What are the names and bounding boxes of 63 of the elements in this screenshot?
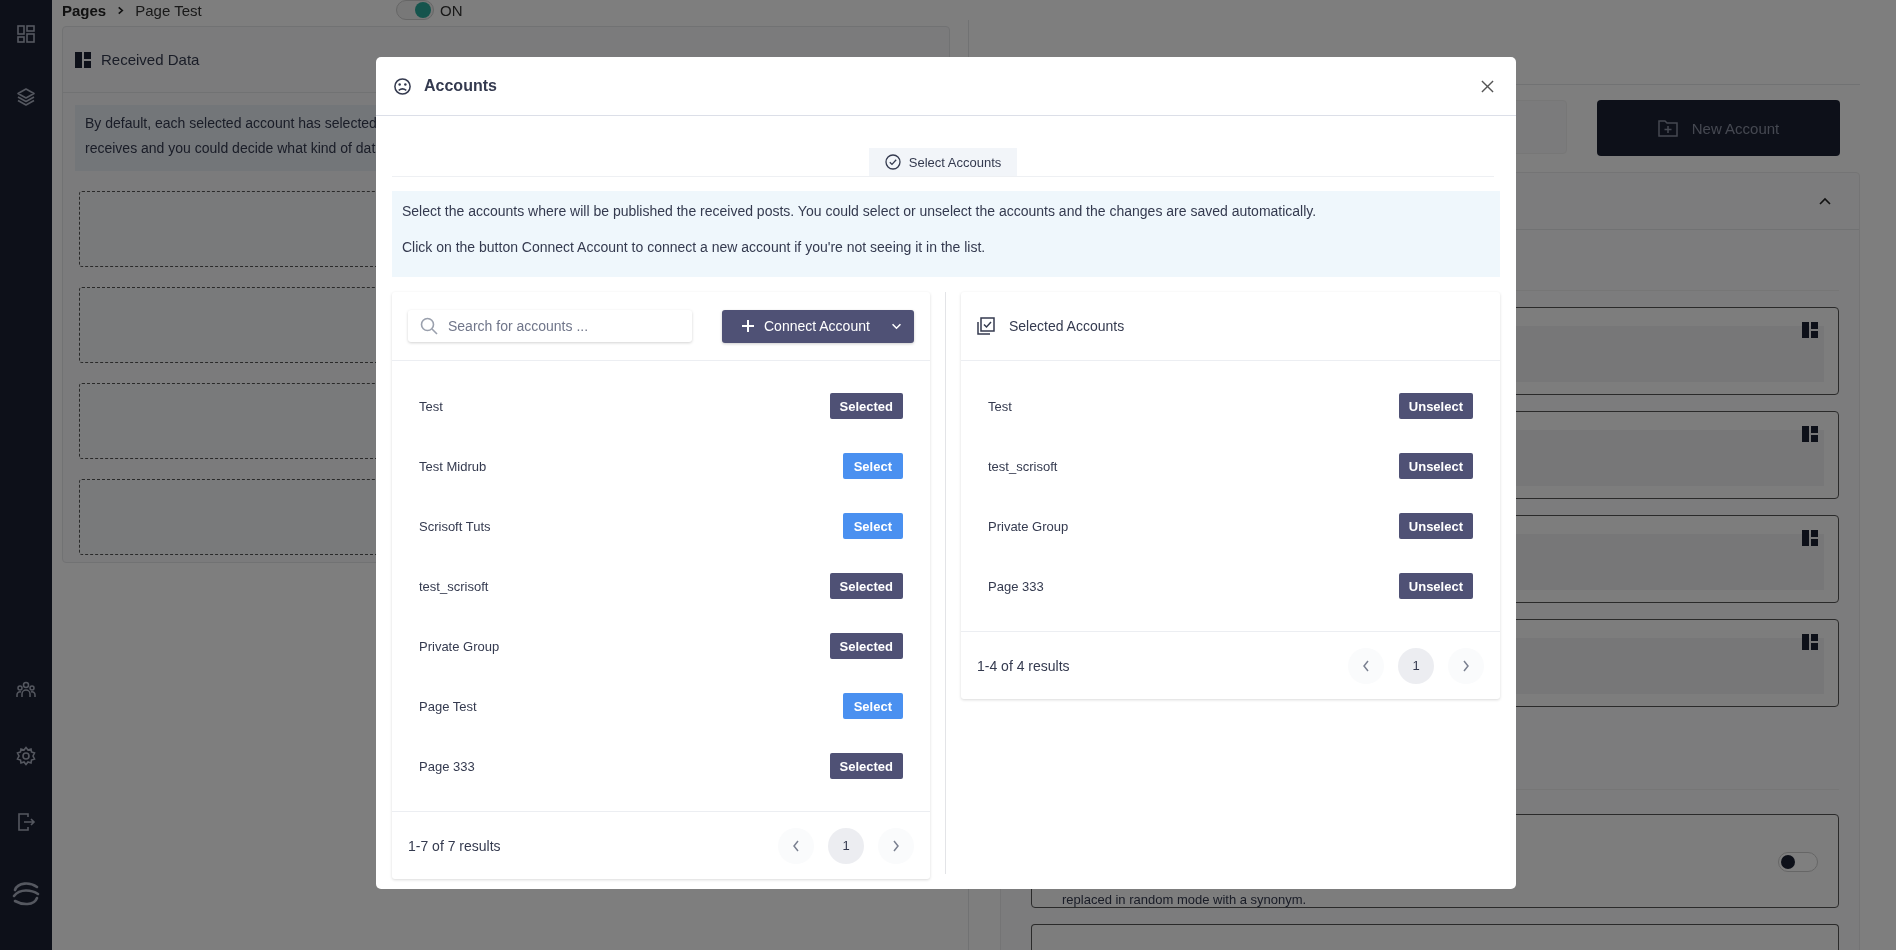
chevron-right-icon	[1462, 659, 1470, 672]
account-name: Scrisoft Tuts	[419, 518, 491, 534]
notice-text: receives and you could decide what kind of dat	[85, 140, 377, 156]
chevron-up-icon[interactable]	[1819, 197, 1831, 205]
info-text: Select the accounts where will be published the received posts. You could select or unselect the accounts and the changes are saved automatically.	[402, 203, 1318, 219]
notice-text: By default, each selected account has selected	[85, 115, 378, 131]
chevron-left-icon	[1362, 659, 1370, 672]
users-icon[interactable]	[16, 680, 36, 700]
account-name: Test	[419, 398, 443, 414]
select-button[interactable]: Selected	[829, 573, 903, 599]
settings-icon[interactable]	[16, 746, 36, 766]
unselect-button[interactable]: Unselect	[1398, 513, 1473, 539]
folder-plus-icon	[1657, 119, 1678, 137]
chevron-left-icon	[792, 839, 800, 852]
face-icon	[393, 76, 412, 96]
unselect-button[interactable]: Unselect	[1398, 453, 1473, 479]
breadcrumb-item: Page Test	[135, 1, 202, 19]
info-text: Click on the button Connect Account to connect a new account if you're not seeing it in the list.	[402, 239, 987, 255]
card-title: Selected Accounts	[1009, 318, 1125, 334]
select-button[interactable]: Selected	[829, 633, 903, 659]
account-name: Private Group	[988, 518, 1069, 534]
account-name: Page 333	[419, 758, 475, 774]
layout-icon	[75, 51, 91, 68]
chevron-right-icon	[116, 5, 126, 15]
tab[interactable]: Select Accounts	[868, 148, 1018, 176]
layout-icon	[1802, 426, 1818, 442]
chevron-right-icon	[892, 839, 900, 852]
breadcrumb-item[interactable]: Pages	[62, 1, 107, 19]
status-switch[interactable]	[396, 0, 434, 20]
account-name: test_scrisoft	[419, 578, 489, 594]
check-circle-icon	[884, 154, 901, 170]
results-count: 1-7 of 7 results	[408, 837, 501, 854]
results-count: 1-4 of 4 results	[977, 657, 1070, 674]
checklist-icon	[977, 317, 995, 335]
connect-account-button[interactable]: Connect Account	[722, 309, 914, 343]
search-field[interactable]: Search for accounts ...	[408, 310, 692, 342]
layout-icon	[1802, 530, 1818, 546]
search-icon	[420, 317, 438, 335]
modal-title: Accounts	[424, 77, 498, 95]
close-icon[interactable]	[1481, 79, 1494, 93]
account-name: test_scrisoft	[988, 458, 1058, 474]
unselect-button[interactable]: Unselect	[1398, 393, 1473, 419]
select-button[interactable]: Selected	[829, 753, 903, 779]
account-name: Test Midrub	[419, 458, 487, 474]
select-button[interactable]: Selected	[829, 393, 903, 419]
account-name: Test	[988, 398, 1012, 414]
account-name: Private Group	[419, 638, 500, 654]
option-description: replaced in random mode with a synonym.	[1062, 892, 1308, 907]
account-name: Page Test	[419, 698, 477, 714]
layout-icon	[1802, 322, 1818, 338]
layout-icon	[1802, 634, 1818, 650]
account-name: Page 333	[988, 578, 1044, 594]
status-label: ON	[440, 1, 463, 19]
unselect-button[interactable]: Unselect	[1398, 573, 1473, 599]
plus-icon	[742, 320, 754, 332]
layers-icon[interactable]	[16, 87, 36, 107]
option-switch[interactable]	[1778, 852, 1818, 872]
dashboard-icon[interactable]	[16, 24, 36, 44]
panel-title: Received Data	[101, 51, 200, 68]
caret-icon	[891, 322, 902, 330]
page-button[interactable]: 1	[828, 827, 864, 864]
logout-icon[interactable]	[16, 812, 36, 832]
page-button[interactable]: 1	[1398, 647, 1434, 684]
